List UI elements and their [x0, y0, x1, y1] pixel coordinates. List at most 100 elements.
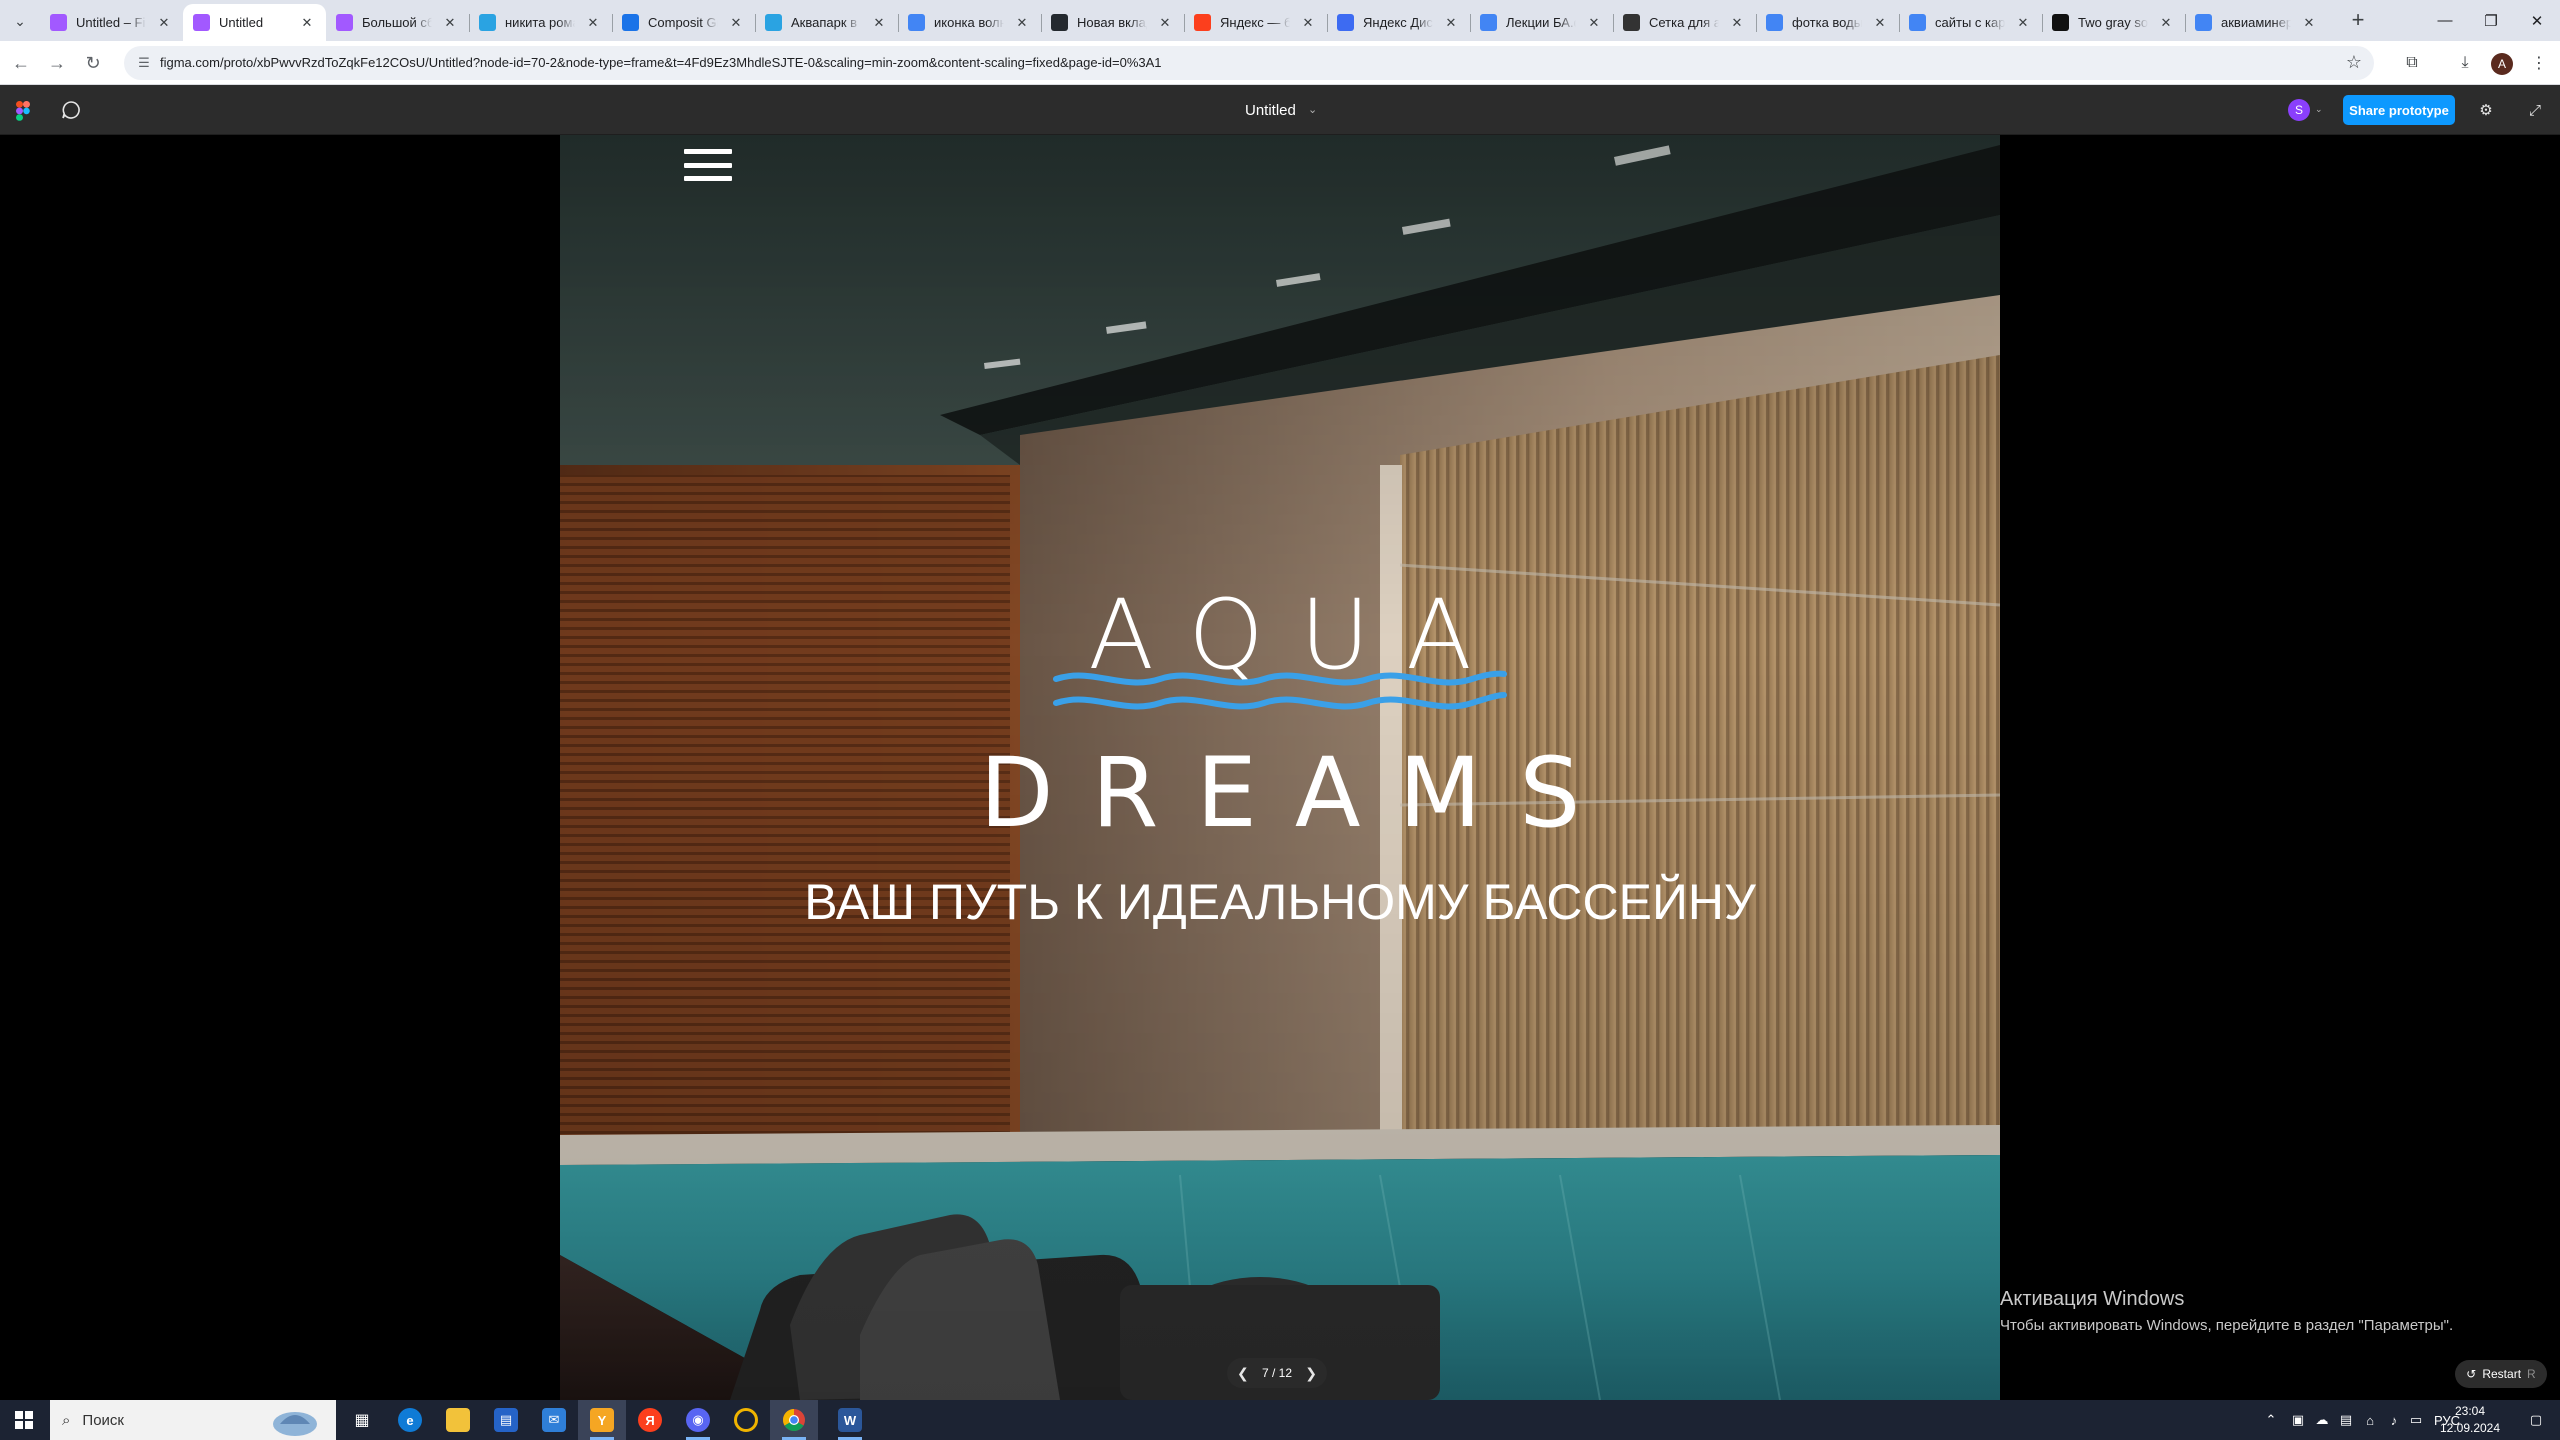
network-icon[interactable]: ⌂: [2358, 1400, 2382, 1440]
close-tab-icon[interactable]: ✕: [1871, 14, 1889, 32]
close-tab-icon[interactable]: ✕: [2300, 14, 2318, 32]
close-tab-icon[interactable]: ✕: [1585, 14, 1603, 32]
edge-browser-icon[interactable]: e: [386, 1400, 434, 1440]
windows-logo-icon: [15, 1411, 33, 1429]
doc-icon: [1623, 14, 1640, 31]
browser-tab[interactable]: Composit Group ✕: [612, 4, 755, 41]
task-view-icon[interactable]: ▦: [338, 1400, 386, 1440]
tray-overflow-chevron-icon[interactable]: ⌃: [2258, 1400, 2284, 1440]
close-tab-icon[interactable]: ✕: [870, 14, 888, 32]
browser-tab-strip: ⌄ Untitled – Figma✕Untitled✕Большой сбор…: [0, 0, 2560, 41]
docs-icon: [1480, 14, 1497, 31]
browser-tab[interactable]: иконка волны ✕: [898, 4, 1041, 41]
file-explorer-icon[interactable]: [434, 1400, 482, 1440]
figma-icon: [336, 14, 353, 31]
logo-dreams-text: DREAMS: [979, 737, 1619, 849]
discord-icon[interactable]: ◉: [674, 1400, 722, 1440]
microsoft-store-icon[interactable]: ▤: [482, 1400, 530, 1440]
new-tab-button[interactable]: +: [2344, 8, 2372, 34]
user-avatar[interactable]: S: [2288, 99, 2310, 121]
restore-window-icon[interactable]: ❐: [2468, 0, 2514, 41]
yandex-browser-icon[interactable]: Y: [578, 1400, 626, 1440]
close-tab-icon[interactable]: ✕: [441, 14, 459, 32]
site-info-icon[interactable]: ☰: [134, 53, 154, 73]
downloads-icon[interactable]: ⤓: [2450, 48, 2480, 78]
close-tab-icon[interactable]: ✕: [584, 14, 602, 32]
tab-title: Two gray sofas: [2078, 15, 2148, 30]
share-prototype-button[interactable]: Share prototype: [2343, 95, 2455, 125]
bookmark-star-icon[interactable]: ☆: [2346, 52, 2362, 73]
tab-title: фотка воды с: [1792, 15, 1862, 30]
browser-tab[interactable]: Лекции БА.docx ✕: [1470, 4, 1613, 41]
browser-tab[interactable]: Сетка для адаптива ✕: [1613, 4, 1756, 41]
comment-icon[interactable]: [60, 99, 82, 121]
browser-tab[interactable]: Яндекс Диск ✕: [1327, 4, 1470, 41]
browser-tab[interactable]: Новая вкладка ✕: [1041, 4, 1184, 41]
browser-tab[interactable]: аквиаминерал ✕: [2185, 4, 2328, 41]
close-tab-icon[interactable]: ✕: [1442, 14, 1460, 32]
close-tab-icon[interactable]: ✕: [2157, 14, 2175, 32]
app-ring-icon[interactable]: [722, 1400, 770, 1440]
clock-date: 12.09.2024: [2439, 1421, 2501, 1435]
restart-button[interactable]: ↺ Restart R: [2455, 1360, 2547, 1388]
previous-frame-icon[interactable]: ❮: [1237, 1365, 1249, 1382]
minimize-window-icon[interactable]: —: [2422, 0, 2468, 41]
tray-status-icon[interactable]: ▤: [2334, 1400, 2358, 1440]
clock-time: 23:04: [2454, 1404, 2486, 1418]
close-tab-icon[interactable]: ✕: [1299, 14, 1317, 32]
volume-icon[interactable]: ♪: [2382, 1400, 2406, 1440]
close-tab-icon[interactable]: ✕: [1728, 14, 1746, 32]
chevron-down-icon[interactable]: ⌄: [2315, 104, 2323, 115]
close-tab-icon[interactable]: ✕: [155, 14, 173, 32]
close-tab-icon[interactable]: ✕: [2014, 14, 2032, 32]
close-tab-icon[interactable]: ✕: [1013, 14, 1031, 32]
windows-start-button[interactable]: [0, 1400, 48, 1440]
windows-taskbar: ⌕ Поиск ▦ e ▤ ✉ Y Я ◉ W ⌃ ▣ ☁ ▤ ⌂ ♪ ▭ РУ…: [0, 1400, 2560, 1440]
chevron-down-icon[interactable]: ⌄: [1308, 103, 1317, 116]
close-tab-icon[interactable]: ✕: [1156, 14, 1174, 32]
yandex-icon[interactable]: Я: [626, 1400, 674, 1440]
unsplash-icon: [2052, 14, 2069, 31]
browser-menu-icon[interactable]: ⋮: [2524, 48, 2554, 78]
figma-logo-icon[interactable]: [16, 101, 30, 121]
back-button[interactable]: ←: [6, 48, 36, 78]
tab-search-chevron-icon[interactable]: ⌄: [6, 8, 34, 34]
profile-avatar[interactable]: A: [2491, 53, 2513, 75]
browser-tab[interactable]: Two gray sofas ✕: [2042, 4, 2185, 41]
browser-tab[interactable]: никита романов ✕: [469, 4, 612, 41]
browser-tab[interactable]: Яндекс — быстрый ✕: [1184, 4, 1327, 41]
battery-icon[interactable]: ▭: [2406, 1400, 2426, 1440]
close-tab-icon[interactable]: ✕: [298, 14, 316, 32]
google-icon: [908, 14, 925, 31]
browser-tab[interactable]: фотка воды с ✕: [1756, 4, 1899, 41]
word-icon[interactable]: W: [826, 1400, 874, 1440]
onedrive-icon[interactable]: ☁: [2310, 1400, 2334, 1440]
chrome-icon[interactable]: [770, 1400, 818, 1440]
browser-tab[interactable]: Большой сборник ✕: [326, 4, 469, 41]
browser-tab[interactable]: сайты с картинками ✕: [1899, 4, 2042, 41]
close-tab-icon[interactable]: ✕: [727, 14, 745, 32]
chrome-logo-icon: [783, 1409, 805, 1431]
tab-list: Untitled – Figma✕Untitled✕Большой сборни…: [40, 4, 2328, 41]
close-window-icon[interactable]: ✕: [2514, 0, 2560, 41]
browser-tab[interactable]: Untitled – Figma ✕: [40, 4, 183, 41]
mail-icon[interactable]: ✉: [530, 1400, 578, 1440]
tab-title: Яндекс — быстрый: [1220, 15, 1290, 30]
url-text[interactable]: figma.com/proto/xbPwvvRzdToZqkFe12COsU/U…: [160, 55, 1162, 70]
tab-title: Яндекс Диск: [1363, 15, 1433, 30]
tray-app-icon[interactable]: ▣: [2286, 1400, 2310, 1440]
forward-button[interactable]: →: [42, 48, 72, 78]
settings-sliders-icon[interactable]: ⚙: [2475, 99, 2497, 121]
reload-button[interactable]: ↻: [78, 48, 108, 78]
address-bar[interactable]: ☰ figma.com/proto/xbPwvvRzdToZqkFe12COsU…: [124, 46, 2374, 80]
fullscreen-icon[interactable]: ⤢: [2524, 99, 2546, 121]
browser-tab[interactable]: Untitled ✕: [183, 4, 326, 41]
file-title[interactable]: Untitled: [1245, 102, 1296, 119]
taskbar-search-box[interactable]: ⌕ Поиск: [50, 1400, 336, 1440]
hamburger-menu-icon[interactable]: [684, 143, 732, 187]
notifications-icon[interactable]: ▢: [2518, 1400, 2554, 1440]
next-frame-icon[interactable]: ❯: [1305, 1365, 1317, 1382]
system-clock[interactable]: 23:04 12.09.2024: [2425, 1403, 2515, 1437]
browser-tab[interactable]: Аквапарк в Москве ✕: [755, 4, 898, 41]
extensions-icon[interactable]: ⧉: [2397, 48, 2427, 78]
